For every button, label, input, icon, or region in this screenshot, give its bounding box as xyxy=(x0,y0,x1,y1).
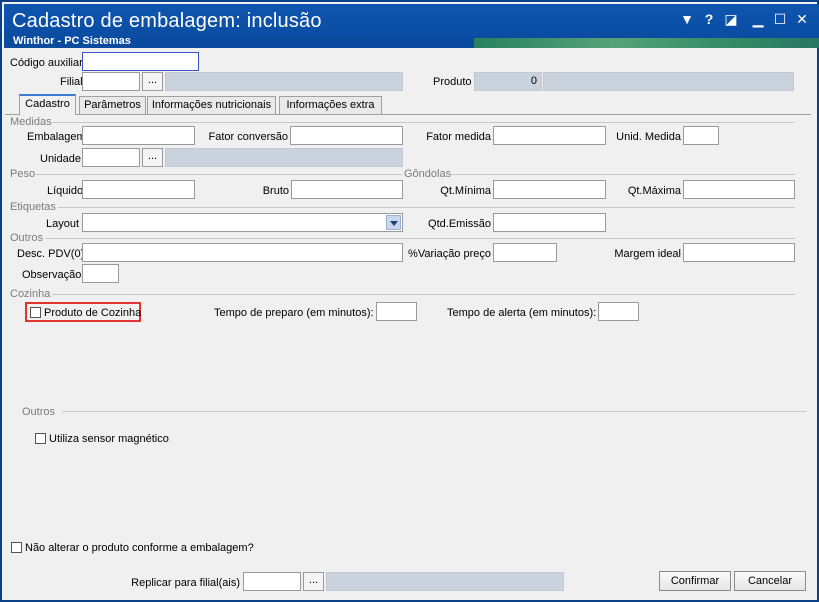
tab-cadastro[interactable]: Cadastro xyxy=(19,94,76,115)
bruto-input[interactable] xyxy=(291,180,403,199)
menu-dropdown-icon[interactable]: ▼ xyxy=(678,10,696,28)
window-subtitle: Winthor - PC Sistemas xyxy=(13,35,131,47)
unid-medida-input[interactable] xyxy=(683,126,719,145)
unidade-search-button[interactable]: ... xyxy=(142,148,163,167)
section-divider xyxy=(62,411,806,412)
embalagem-label: Embalagem xyxy=(27,131,86,143)
section-divider xyxy=(45,238,795,239)
unidade-label: Unidade xyxy=(40,153,81,165)
fator-conversao-label: Fator conversão xyxy=(208,131,288,143)
section-peso: Peso xyxy=(10,168,36,180)
observacao-label: Observação xyxy=(22,269,82,281)
qt-minima-label: Qt.Mínima xyxy=(440,185,491,197)
produto-code: 0 xyxy=(474,72,542,91)
maximize-icon[interactable]: ☐ xyxy=(771,10,789,28)
fator-medida-label: Fator medida xyxy=(426,131,491,143)
liquido-label: Líquido xyxy=(47,185,84,197)
tab-parametros[interactable]: Parâmetros xyxy=(79,96,146,114)
produto-description xyxy=(543,72,794,91)
codigo-auxiliar-label: Código auxiliar xyxy=(10,57,83,69)
section-divider xyxy=(52,122,795,123)
qt-maxima-label: Qt.Máxima xyxy=(627,185,681,197)
close-icon[interactable]: ✕ xyxy=(793,10,811,28)
layout-label: Layout xyxy=(46,218,80,230)
tempo-alerta-label: Tempo de alerta (em minutos): xyxy=(447,307,597,319)
filial-search-button[interactable]: ... xyxy=(142,72,163,91)
title-bar-decoration xyxy=(474,38,819,48)
desc-pdv-label: Desc. PDV(0) xyxy=(17,248,85,260)
replicar-filial-description xyxy=(326,572,564,591)
title-bar: Cadastro de embalagem: inclusão Winthor … xyxy=(4,4,819,48)
section-cozinha: Cozinha xyxy=(10,288,51,300)
confirmar-button[interactable]: Confirmar xyxy=(659,571,731,591)
unidade-description xyxy=(165,148,403,167)
replicar-filial-input[interactable] xyxy=(243,572,301,591)
unid-medida-label: Unid. Medida xyxy=(616,131,681,143)
codigo-auxiliar-input[interactable] xyxy=(82,52,199,71)
tab-informacoes-extra[interactable]: Informações extra xyxy=(279,96,382,114)
section-etiquetas: Etiquetas xyxy=(10,201,56,213)
variacao-preco-input[interactable] xyxy=(493,243,557,262)
nao-alterar-label: Não alterar o produto conforme a embalag… xyxy=(25,542,254,554)
minimize-icon[interactable]: ▁ xyxy=(749,10,767,28)
tempo-preparo-label: Tempo de preparo (em minutos): xyxy=(214,307,374,319)
window-title: Cadastro de embalagem: inclusão xyxy=(12,10,322,32)
section-divider xyxy=(52,294,795,295)
replicar-filial-search-button[interactable]: ... xyxy=(303,572,324,591)
chevron-down-icon[interactable] xyxy=(386,215,401,230)
fator-conversao-input[interactable] xyxy=(290,126,403,145)
unidade-input[interactable] xyxy=(82,148,140,167)
filial-input[interactable] xyxy=(82,72,140,91)
margem-ideal-label: Margem ideal xyxy=(614,248,681,260)
qt-maxima-input[interactable] xyxy=(683,180,795,199)
produto-cozinha-label: Produto de Cozinha xyxy=(44,307,142,319)
qtd-emissao-label: Qtd.Emissão xyxy=(428,218,491,230)
observacao-input[interactable] xyxy=(82,264,119,283)
section-divider xyxy=(450,174,795,175)
cancelar-button[interactable]: Cancelar xyxy=(734,571,806,591)
section-medidas: Medidas xyxy=(10,116,52,128)
section-divider xyxy=(36,174,402,175)
restore-small-icon[interactable]: ◪ xyxy=(722,10,740,28)
variacao-preco-label: %Variação preço xyxy=(408,248,491,260)
embalagem-input[interactable] xyxy=(82,126,195,145)
nao-alterar-checkbox[interactable] xyxy=(11,542,22,553)
layout-select[interactable] xyxy=(82,213,403,232)
filial-description xyxy=(165,72,403,91)
margem-ideal-input[interactable] xyxy=(683,243,795,262)
produto-label: Produto xyxy=(433,76,472,88)
tab-informacoes-nutricionais[interactable]: Informações nutricionais xyxy=(147,96,276,114)
help-icon[interactable]: ? xyxy=(700,10,718,28)
section-divider xyxy=(58,207,795,208)
qt-minima-input[interactable] xyxy=(493,180,606,199)
tempo-alerta-input[interactable] xyxy=(598,302,639,321)
tempo-preparo-input[interactable] xyxy=(376,302,417,321)
qtd-emissao-input[interactable] xyxy=(493,213,606,232)
sensor-magnetico-label: Utiliza sensor magnético xyxy=(49,433,169,445)
section-outros: Outros xyxy=(10,232,44,244)
tab-strip-line xyxy=(5,114,811,115)
fator-medida-input[interactable] xyxy=(493,126,606,145)
produto-cozinha-checkbox[interactable] xyxy=(30,307,41,318)
filial-label: Filial xyxy=(60,76,83,88)
section-outros-sensor: Outros xyxy=(22,406,56,418)
liquido-input[interactable] xyxy=(82,180,195,199)
desc-pdv-input[interactable] xyxy=(82,243,403,262)
bruto-label: Bruto xyxy=(262,185,289,197)
replicar-filial-label: Replicar para filial(ais) xyxy=(131,577,240,589)
sensor-magnetico-checkbox[interactable] xyxy=(35,433,46,444)
section-gondolas: Gôndolas xyxy=(404,168,452,180)
